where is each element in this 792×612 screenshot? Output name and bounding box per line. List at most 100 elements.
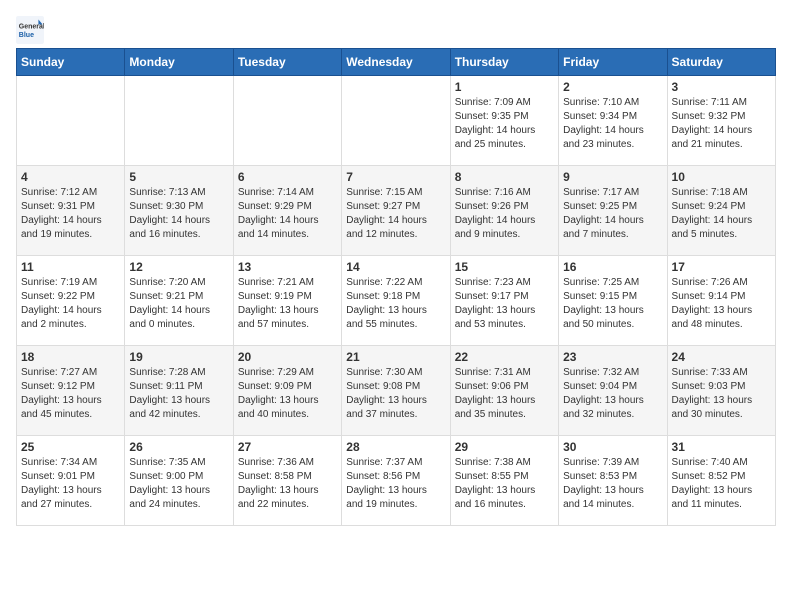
calendar-cell [233,76,341,166]
cell-content: Sunrise: 7:38 AM Sunset: 8:55 PM Dayligh… [455,456,554,512]
cell-content: Sunrise: 7:12 AM Sunset: 9:31 PM Dayligh… [21,186,120,242]
calendar-cell: 11 Sunrise: 7:19 AM Sunset: 9:22 PM Dayli… [17,256,125,346]
cell-content: Sunrise: 7:18 AM Sunset: 9:24 PM Dayligh… [672,186,771,242]
cell-content: Sunrise: 7:26 AM Sunset: 9:14 PM Dayligh… [672,276,771,332]
calendar-cell: 3 Sunrise: 7:11 AM Sunset: 9:32 PM Daylig… [667,76,775,166]
day-number: 9 [563,170,662,184]
calendar-cell: 12 Sunrise: 7:20 AM Sunset: 9:21 PM Dayli… [125,256,233,346]
day-number: 4 [21,170,120,184]
cell-content: Sunrise: 7:21 AM Sunset: 9:19 PM Dayligh… [238,276,337,332]
cell-content: Sunrise: 7:17 AM Sunset: 9:25 PM Dayligh… [563,186,662,242]
weekday-header: Wednesday [342,49,450,76]
day-number: 16 [563,260,662,274]
cell-content: Sunrise: 7:37 AM Sunset: 8:56 PM Dayligh… [346,456,445,512]
day-number: 8 [455,170,554,184]
cell-content: Sunrise: 7:25 AM Sunset: 9:15 PM Dayligh… [563,276,662,332]
day-number: 7 [346,170,445,184]
weekday-header: Monday [125,49,233,76]
day-number: 30 [563,440,662,454]
cell-content: Sunrise: 7:11 AM Sunset: 9:32 PM Dayligh… [672,96,771,152]
calendar-cell: 14Sunrise: 7:22 AM Sunset: 9:18 PM Dayli… [342,256,450,346]
calendar-cell: 19 Sunrise: 7:28 AM Sunset: 9:11 PM Dayli… [125,346,233,436]
header: General Blue [16,16,776,44]
day-number: 28 [346,440,445,454]
day-number: 26 [129,440,228,454]
day-number: 5 [129,170,228,184]
calendar-cell: 27Sunrise: 7:36 AM Sunset: 8:58 PM Dayli… [233,436,341,526]
calendar-cell: 17 Sunrise: 7:26 AM Sunset: 9:14 PM Dayli… [667,256,775,346]
calendar-cell: 28 Sunrise: 7:37 AM Sunset: 8:56 PM Dayli… [342,436,450,526]
calendar-cell: 13 Sunrise: 7:21 AM Sunset: 9:19 PM Dayli… [233,256,341,346]
cell-content: Sunrise: 7:40 AM Sunset: 8:52 PM Dayligh… [672,456,771,512]
day-number: 11 [21,260,120,274]
day-number: 14 [346,260,445,274]
calendar-cell: 9 Sunrise: 7:17 AM Sunset: 9:25 PM Daylig… [559,166,667,256]
day-number: 29 [455,440,554,454]
cell-content: Sunrise: 7:33 AM Sunset: 9:03 PM Dayligh… [672,366,771,422]
day-number: 24 [672,350,771,364]
calendar-cell [125,76,233,166]
calendar-cell: 2 Sunrise: 7:10 AM Sunset: 9:34 PM Daylig… [559,76,667,166]
day-number: 31 [672,440,771,454]
day-number: 6 [238,170,337,184]
svg-text:General: General [19,24,44,31]
day-number: 20 [238,350,337,364]
day-number: 15 [455,260,554,274]
day-number: 27 [238,440,337,454]
cell-content: Sunrise: 7:35 AM Sunset: 9:00 PM Dayligh… [129,456,228,512]
calendar-week-row: 4 Sunrise: 7:12 AM Sunset: 9:31 PM Daylig… [17,166,776,256]
calendar-cell: 24 Sunrise: 7:33 AM Sunset: 9:03 PM Dayli… [667,346,775,436]
calendar-cell: 31 Sunrise: 7:40 AM Sunset: 8:52 PM Dayli… [667,436,775,526]
calendar-cell: 30 Sunrise: 7:39 AM Sunset: 8:53 PM Dayli… [559,436,667,526]
calendar-cell: 10Sunrise: 7:18 AM Sunset: 9:24 PM Dayli… [667,166,775,256]
cell-content: Sunrise: 7:20 AM Sunset: 9:21 PM Dayligh… [129,276,228,332]
calendar-cell: 29 Sunrise: 7:38 AM Sunset: 8:55 PM Dayli… [450,436,558,526]
calendar-table: SundayMondayTuesdayWednesdayThursdayFrid… [16,48,776,526]
cell-content: Sunrise: 7:34 AM Sunset: 9:01 PM Dayligh… [21,456,120,512]
cell-content: Sunrise: 7:39 AM Sunset: 8:53 PM Dayligh… [563,456,662,512]
calendar-cell: 15 Sunrise: 7:23 AM Sunset: 9:17 PM Dayli… [450,256,558,346]
cell-content: Sunrise: 7:19 AM Sunset: 9:22 PM Dayligh… [21,276,120,332]
cell-content: Sunrise: 7:09 AM Sunset: 9:35 PM Dayligh… [455,96,554,152]
calendar-cell: 22Sunrise: 7:31 AM Sunset: 9:06 PM Dayli… [450,346,558,436]
day-number: 17 [672,260,771,274]
calendar-cell: 26 Sunrise: 7:35 AM Sunset: 9:00 PM Dayli… [125,436,233,526]
calendar-cell: 18Sunrise: 7:27 AM Sunset: 9:12 PM Dayli… [17,346,125,436]
day-number: 2 [563,80,662,94]
day-number: 12 [129,260,228,274]
cell-content: Sunrise: 7:23 AM Sunset: 9:17 PM Dayligh… [455,276,554,332]
day-number: 1 [455,80,554,94]
calendar-week-row: 25Sunrise: 7:34 AM Sunset: 9:01 PM Dayli… [17,436,776,526]
calendar-cell: 7 Sunrise: 7:15 AM Sunset: 9:27 PM Daylig… [342,166,450,256]
calendar-cell [17,76,125,166]
calendar-cell: 20 Sunrise: 7:29 AM Sunset: 9:09 PM Dayli… [233,346,341,436]
calendar-cell: 5 Sunrise: 7:13 AM Sunset: 9:30 PM Daylig… [125,166,233,256]
weekday-header-row: SundayMondayTuesdayWednesdayThursdayFrid… [17,49,776,76]
day-number: 13 [238,260,337,274]
cell-content: Sunrise: 7:14 AM Sunset: 9:29 PM Dayligh… [238,186,337,242]
calendar-week-row: 11 Sunrise: 7:19 AM Sunset: 9:22 PM Dayli… [17,256,776,346]
svg-text:Blue: Blue [19,32,34,39]
calendar-cell: 25Sunrise: 7:34 AM Sunset: 9:01 PM Dayli… [17,436,125,526]
day-number: 21 [346,350,445,364]
weekday-header: Sunday [17,49,125,76]
cell-content: Sunrise: 7:30 AM Sunset: 9:08 PM Dayligh… [346,366,445,422]
cell-content: Sunrise: 7:29 AM Sunset: 9:09 PM Dayligh… [238,366,337,422]
calendar-cell: 16 Sunrise: 7:25 AM Sunset: 9:15 PM Dayli… [559,256,667,346]
cell-content: Sunrise: 7:10 AM Sunset: 9:34 PM Dayligh… [563,96,662,152]
day-number: 3 [672,80,771,94]
cell-content: Sunrise: 7:16 AM Sunset: 9:26 PM Dayligh… [455,186,554,242]
calendar-cell: 23 Sunrise: 7:32 AM Sunset: 9:04 PM Dayli… [559,346,667,436]
calendar-cell: 4 Sunrise: 7:12 AM Sunset: 9:31 PM Daylig… [17,166,125,256]
weekday-header: Thursday [450,49,558,76]
cell-content: Sunrise: 7:28 AM Sunset: 9:11 PM Dayligh… [129,366,228,422]
weekday-header: Saturday [667,49,775,76]
weekday-header: Tuesday [233,49,341,76]
cell-content: Sunrise: 7:32 AM Sunset: 9:04 PM Dayligh… [563,366,662,422]
day-number: 23 [563,350,662,364]
cell-content: Sunrise: 7:15 AM Sunset: 9:27 PM Dayligh… [346,186,445,242]
day-number: 19 [129,350,228,364]
logo-icon: General Blue [16,16,44,44]
calendar-cell: 1 Sunrise: 7:09 AM Sunset: 9:35 PM Daylig… [450,76,558,166]
cell-content: Sunrise: 7:13 AM Sunset: 9:30 PM Dayligh… [129,186,228,242]
